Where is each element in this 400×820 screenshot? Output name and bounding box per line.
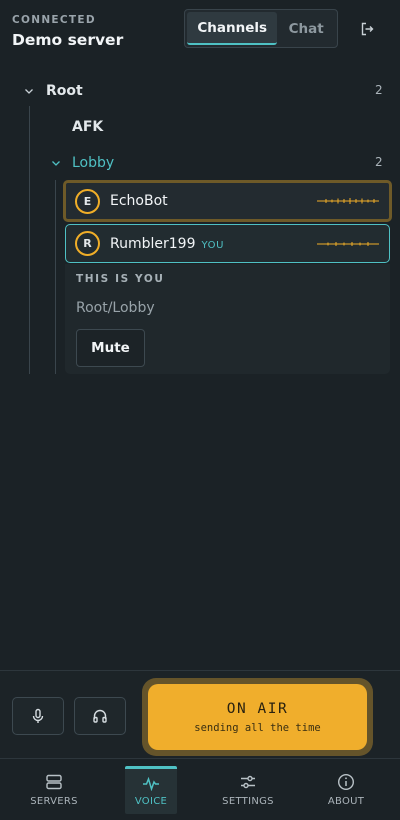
nav-label: SERVERS (30, 796, 78, 807)
view-tabs: Channels Chat (184, 9, 338, 48)
on-air-subtitle: sending all the time (194, 721, 321, 734)
details-label: THIS IS YOU (76, 273, 165, 285)
tree-guide-line (29, 106, 30, 374)
headphones-button[interactable] (74, 697, 126, 735)
user-name: EchoBot (110, 193, 168, 209)
nav-voice[interactable]: VOICE (125, 766, 177, 814)
app-header: CONNECTED Demo server Channels Chat (0, 0, 400, 62)
on-air-button[interactable]: ON AIR sending all the time (148, 684, 367, 750)
channel-root[interactable]: Root (22, 82, 83, 100)
tree-guide-line (55, 180, 56, 374)
channel-name: AFK (72, 119, 104, 135)
nav-label: ABOUT (327, 796, 365, 807)
settings-icon (241, 775, 255, 789)
microphone-icon (32, 708, 44, 723)
channel-user-count: 2 (375, 83, 383, 97)
user-row-self[interactable]: R Rumbler199 YOU (65, 224, 390, 263)
bottom-nav: SERVERS VOICE SETTINGS ABOUT (0, 758, 400, 820)
on-air-title: ON AIR (226, 700, 289, 717)
user-row-echobot[interactable]: E EchoBot (63, 180, 392, 222)
voice-activity-icon (317, 198, 379, 204)
info-icon (337, 773, 355, 791)
headphones-icon (93, 709, 107, 723)
nav-label: SETTINGS (222, 796, 274, 807)
nav-servers[interactable]: SERVERS (14, 759, 94, 820)
tab-chat[interactable]: Chat (277, 12, 335, 45)
mute-button[interactable]: Mute (76, 329, 145, 367)
channel-lobby[interactable]: Lobby (49, 154, 114, 172)
nav-about[interactable]: ABOUT (306, 759, 386, 820)
self-details-panel: THIS IS YOU Root/Lobby Mute (65, 264, 390, 374)
avatar: R (75, 231, 100, 256)
voice-icon (143, 776, 159, 791)
connection-status: CONNECTED (12, 14, 96, 26)
channel-afk[interactable]: AFK (72, 118, 103, 136)
servers-icon (46, 774, 62, 790)
avatar: E (75, 188, 100, 214)
tab-channels[interactable]: Channels (187, 12, 278, 45)
logout-button[interactable] (354, 18, 380, 40)
logout-icon (361, 22, 374, 36)
you-badge: YOU (201, 239, 225, 251)
chevron-down-icon[interactable] (49, 156, 63, 170)
chevron-down-icon[interactable] (22, 84, 36, 98)
channel-path: Root/Lobby (76, 300, 155, 316)
channel-user-count: 2 (375, 155, 383, 169)
microphone-button[interactable] (12, 697, 64, 735)
channel-name: Root (46, 83, 83, 99)
nav-settings[interactable]: SETTINGS (208, 759, 288, 820)
server-name: Demo server (12, 31, 124, 49)
channel-name: Lobby (72, 155, 115, 171)
voice-control-bar: ON AIR sending all the time (0, 670, 400, 758)
user-name: Rumbler199 (110, 235, 196, 252)
nav-label: VOICE (134, 795, 168, 807)
voice-activity-icon (317, 241, 379, 246)
